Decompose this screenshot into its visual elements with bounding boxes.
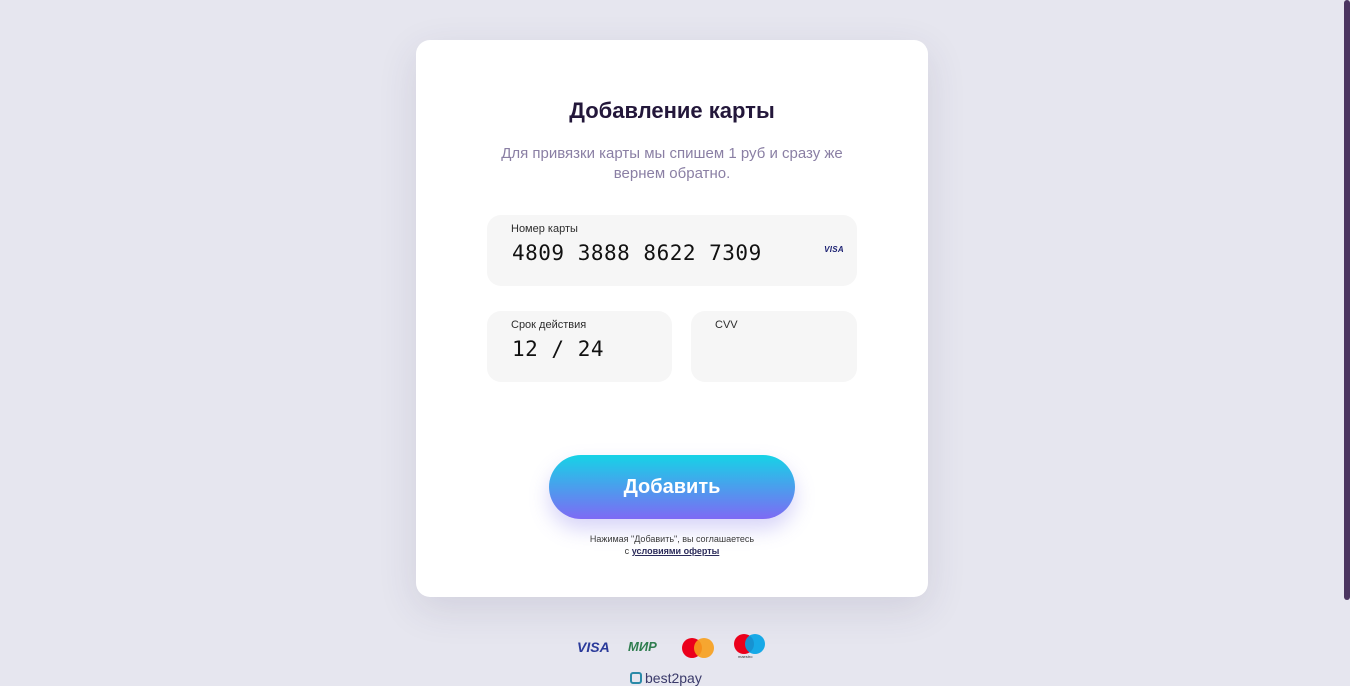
card-number-label: Номер карты — [511, 223, 578, 235]
maestro-logo-icon: maestro — [734, 634, 766, 662]
mastercard-logo-icon — [682, 638, 714, 658]
expiry-label: Срок действия — [511, 319, 587, 331]
scrollbar[interactable] — [1344, 0, 1350, 600]
expiry-input[interactable]: 12 / 24 — [512, 337, 604, 361]
card-number-field[interactable]: Номер карты 4809 3888 8622 7309 VISA — [487, 215, 857, 286]
visa-logo-icon: VISA — [577, 639, 610, 655]
maestro-text: maestro — [738, 654, 753, 659]
modal-subtitle: Для привязки карты мы спишем 1 руб и сра… — [501, 145, 843, 182]
payment-logos: VISA МИР maestro — [577, 634, 777, 662]
add-card-modal: Добавление карты Для привязки карты мы с… — [416, 40, 928, 597]
card-number-input[interactable]: 4809 3888 8622 7309 — [512, 241, 762, 265]
terms-link-line: с условиями оферты — [416, 545, 928, 557]
terms-text: Нажимая "Добавить", вы соглашаетесь с ус… — [416, 533, 928, 557]
terms-link[interactable]: условиями оферты — [632, 546, 720, 556]
cvv-field[interactable]: CVV — [691, 311, 857, 382]
terms-line: Нажимая "Добавить", вы соглашаетесь — [589, 534, 755, 544]
cvv-label: CVV — [715, 319, 738, 331]
best2pay-icon — [630, 672, 642, 684]
terms-prefix: с — [624, 546, 630, 556]
add-button[interactable]: Добавить — [549, 455, 795, 519]
brand-text: best2pay — [645, 670, 702, 686]
visa-icon: VISA — [824, 245, 844, 254]
mir-logo-icon: МИР — [628, 639, 657, 654]
expiry-field[interactable]: Срок действия 12 / 24 — [487, 311, 672, 382]
best2pay-logo: best2pay — [630, 670, 702, 686]
modal-title: Добавление карты — [569, 98, 775, 123]
